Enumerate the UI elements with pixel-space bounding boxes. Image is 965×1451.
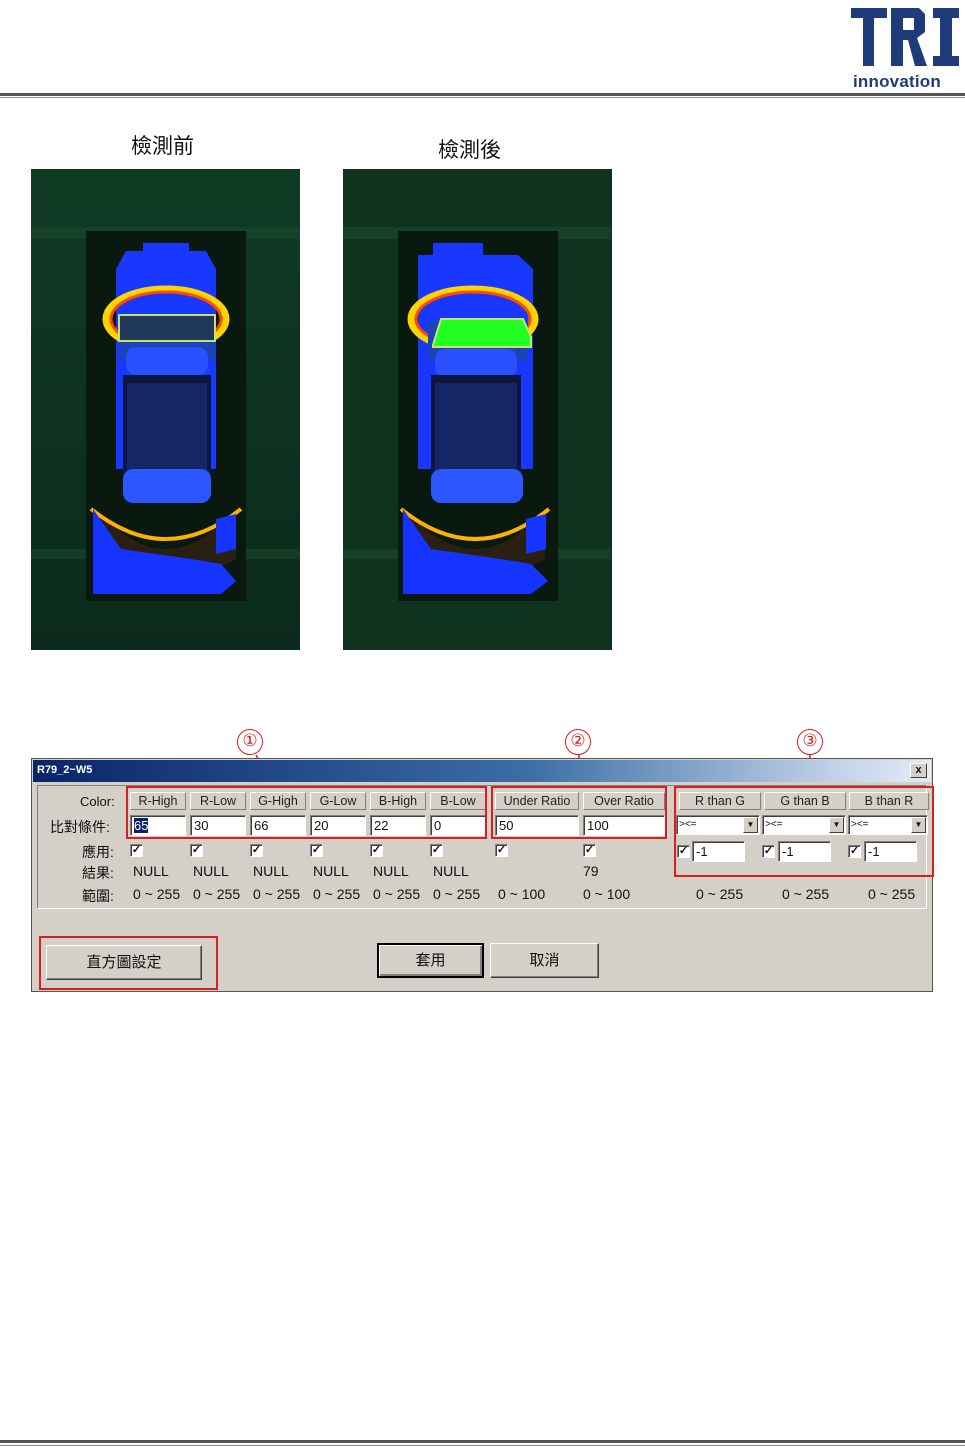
range-g-low: 0 ~ 255 — [313, 886, 361, 902]
result-b-low: NULL — [433, 863, 469, 879]
range-under-ratio: 0 ~ 100 — [498, 886, 546, 902]
highlight-box-2 — [491, 786, 667, 839]
label-apply: 應用: — [82, 844, 114, 860]
apply-g-low-checkbox[interactable]: ✓ — [310, 844, 323, 857]
close-button[interactable]: x — [910, 763, 927, 778]
highlight-box-1 — [126, 786, 487, 839]
range-b-than-r: 0 ~ 255 — [868, 886, 916, 902]
cancel-button[interactable]: 取消 — [490, 943, 599, 978]
label-color: Color: — [80, 794, 115, 809]
result-over-ratio: 79 — [583, 863, 599, 879]
range-over-ratio: 0 ~ 100 — [583, 886, 631, 902]
result-b-high: NULL — [373, 863, 409, 879]
range-r-low: 0 ~ 255 — [193, 886, 241, 902]
range-g-than-b: 0 ~ 255 — [782, 886, 830, 902]
dialog-titlebar[interactable]: R79_2~W5 x — [33, 760, 931, 782]
result-g-low: NULL — [313, 863, 349, 879]
result-r-high: NULL — [133, 863, 169, 879]
range-b-high: 0 ~ 255 — [373, 886, 421, 902]
label-compare: 比對條件: — [50, 819, 110, 835]
label-range: 範圍: — [82, 888, 114, 904]
apply-b-high-checkbox[interactable]: ✓ — [370, 844, 383, 857]
apply-g-high-checkbox[interactable]: ✓ — [250, 844, 263, 857]
dialog-title: R79_2~W5 — [37, 764, 93, 776]
highlight-box-4 — [39, 936, 218, 990]
apply-r-high-checkbox[interactable]: ✓ — [130, 844, 143, 857]
apply-r-low-checkbox[interactable]: ✓ — [190, 844, 203, 857]
result-r-low: NULL — [193, 863, 229, 879]
footer-rule-thin — [0, 1445, 965, 1446]
footer-rule — [0, 1440, 965, 1443]
range-b-low: 0 ~ 255 — [433, 886, 481, 902]
apply-over-ratio-checkbox[interactable]: ✓ — [583, 844, 596, 857]
highlight-box-3 — [674, 786, 934, 877]
apply-under-ratio-checkbox[interactable]: ✓ — [495, 844, 508, 857]
range-r-than-g: 0 ~ 255 — [696, 886, 744, 902]
label-result: 結果: — [82, 865, 114, 881]
range-r-high: 0 ~ 255 — [133, 886, 181, 902]
result-g-high: NULL — [253, 863, 289, 879]
range-g-high: 0 ~ 255 — [253, 886, 301, 902]
apply-button[interactable]: 套用 — [377, 943, 484, 978]
apply-b-low-checkbox[interactable]: ✓ — [430, 844, 443, 857]
